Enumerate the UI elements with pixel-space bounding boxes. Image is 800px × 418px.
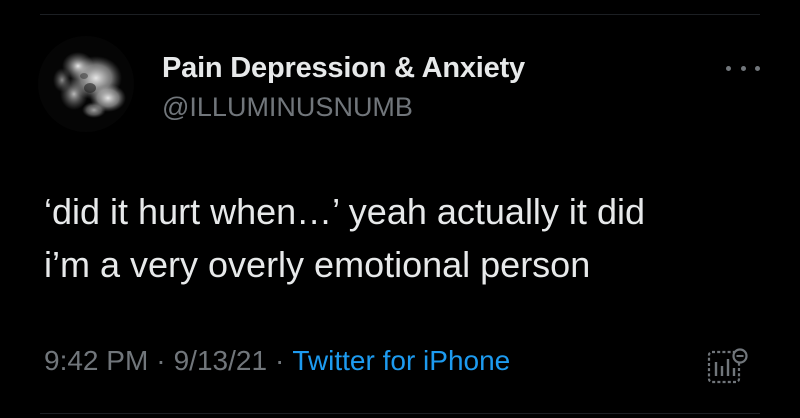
- meta-separator: ·: [275, 345, 285, 376]
- tweet-line: i’m a very overly emotional person: [44, 244, 591, 285]
- display-name[interactable]: Pain Depression & Anxiety: [162, 52, 525, 85]
- analytics-icon[interactable]: [706, 346, 750, 386]
- meta-separator: ·: [156, 345, 166, 376]
- tweet-line: ‘did it hurt when…’ yeah actually it did: [44, 191, 645, 232]
- tweet-source-link[interactable]: Twitter for iPhone: [292, 345, 510, 376]
- tweet-meta: 9:42 PM · 9/13/21 · Twitter for iPhone: [44, 345, 510, 377]
- more-options-icon[interactable]: [726, 58, 760, 78]
- more-dot: [740, 65, 746, 71]
- user-handle[interactable]: @ILLUMINUSNUMB: [162, 92, 413, 123]
- tweet-date[interactable]: 9/13/21: [174, 345, 267, 376]
- bottom-divider: [40, 413, 760, 414]
- tweet-text: ‘did it hurt when…’ yeah actually it did…: [44, 185, 764, 291]
- tweet-time[interactable]: 9:42 PM: [44, 345, 148, 376]
- smoke-avatar-icon: [38, 36, 134, 132]
- avatar[interactable]: [38, 36, 134, 132]
- more-dot: [726, 65, 731, 71]
- top-divider: [40, 14, 760, 15]
- more-dot: [755, 65, 760, 71]
